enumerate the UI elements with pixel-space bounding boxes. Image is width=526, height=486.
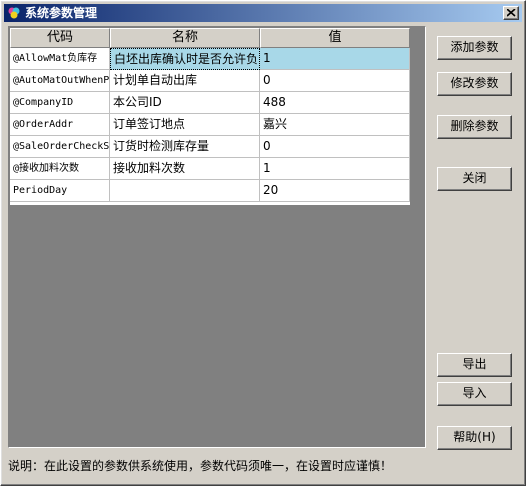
value-cell[interactable]: 嘉兴	[260, 114, 410, 136]
name-cell[interactable]: 本公司ID	[110, 92, 260, 114]
code-cell[interactable]: @接收加料次数	[10, 158, 110, 180]
parameter-window: 系统参数管理 代码 名称 值 @AllowMat负库存 白坯出库确认时是否允许负…	[0, 0, 526, 486]
code-cell[interactable]: @SaleOrderCheckS	[10, 136, 110, 158]
code-cell[interactable]: @OrderAddr	[10, 114, 110, 136]
help-button[interactable]: 帮助(H)	[437, 426, 512, 450]
title-bar: 系统参数管理	[4, 4, 522, 22]
name-cell[interactable]	[110, 180, 260, 202]
column-header-name[interactable]: 名称	[110, 28, 260, 48]
value-cell[interactable]: 0	[260, 70, 410, 92]
value-cell[interactable]: 20	[260, 180, 410, 202]
parameter-grid-container: 代码 名称 值 @AllowMat负库存 白坯出库确认时是否允许负 1 @Aut…	[8, 26, 426, 448]
import-button[interactable]: 导入	[437, 382, 512, 406]
close-icon	[507, 9, 516, 17]
name-cell[interactable]: 白坯出库确认时是否允许负	[110, 48, 260, 70]
column-header-code[interactable]: 代码	[10, 28, 110, 48]
column-header-value[interactable]: 值	[260, 28, 410, 48]
app-icon	[7, 6, 21, 20]
table-row[interactable]: @SaleOrderCheckS 订货时检测库存量 0	[10, 136, 410, 158]
name-cell[interactable]: 订单签订地点	[110, 114, 260, 136]
code-cell[interactable]: @AutoMatOutWhenP	[10, 70, 110, 92]
table-row[interactable]: @OrderAddr 订单签订地点 嘉兴	[10, 114, 410, 136]
export-button[interactable]: 导出	[437, 353, 512, 377]
name-cell[interactable]: 接收加料次数	[110, 158, 260, 180]
value-cell[interactable]: 1	[260, 158, 410, 180]
value-cell[interactable]: 488	[260, 92, 410, 114]
status-note: 说明：在此设置的参数供系统使用，参数代码须唯一，在设置时应谨慎！	[8, 459, 393, 473]
table-row[interactable]: @接收加料次数 接收加料次数 1	[10, 158, 410, 180]
name-cell[interactable]: 计划单自动出库	[110, 70, 260, 92]
value-cell[interactable]: 0	[260, 136, 410, 158]
close-window-button[interactable]	[503, 6, 519, 20]
table-row[interactable]: PeriodDay 20	[10, 180, 410, 202]
table-row[interactable]: @AllowMat负库存 白坯出库确认时是否允许负 1	[10, 48, 410, 70]
parameter-grid: 代码 名称 值 @AllowMat负库存 白坯出库确认时是否允许负 1 @Aut…	[10, 28, 410, 205]
modify-parameter-button[interactable]: 修改参数	[437, 72, 512, 96]
close-button[interactable]: 关闭	[437, 167, 512, 191]
window-title: 系统参数管理	[25, 6, 98, 20]
delete-parameter-button[interactable]: 删除参数	[437, 115, 512, 139]
name-cell[interactable]: 订货时检测库存量	[110, 136, 260, 158]
add-parameter-button[interactable]: 添加参数	[437, 36, 512, 60]
table-row[interactable]: @AutoMatOutWhenP 计划单自动出库 0	[10, 70, 410, 92]
value-cell[interactable]: 1	[260, 48, 410, 70]
code-cell[interactable]: @CompanyID	[10, 92, 110, 114]
code-cell[interactable]: @AllowMat负库存	[10, 48, 110, 70]
code-cell[interactable]: PeriodDay	[10, 180, 110, 202]
table-row[interactable]: @CompanyID 本公司ID 488	[10, 92, 410, 114]
